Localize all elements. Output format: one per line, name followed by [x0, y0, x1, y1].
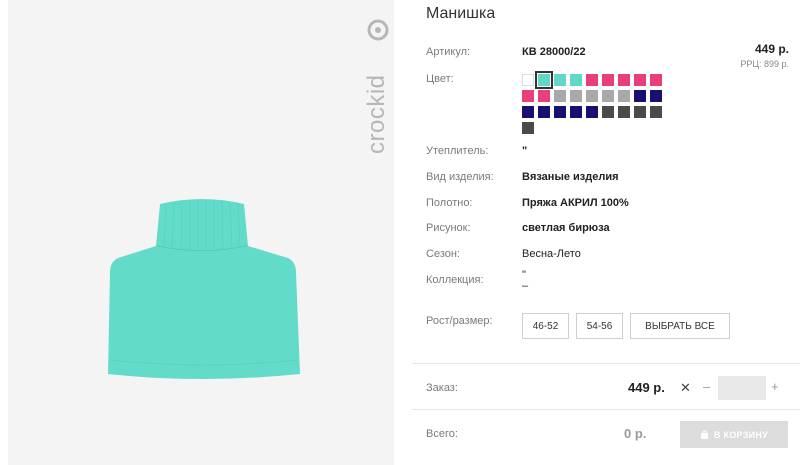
type-label: Вид изделия:: [426, 171, 494, 183]
insulation-value: ": [522, 145, 528, 157]
total-value: 0 р.: [624, 426, 647, 441]
size-label: Рост/размер:: [426, 315, 493, 327]
select-all-sizes-button[interactable]: ВЫБРАТЬ ВСЕ: [630, 313, 730, 339]
color-swatch[interactable]: [554, 90, 566, 102]
fabric-value: Пряжа АКРИЛ 100%: [522, 197, 629, 209]
color-swatch[interactable]: [650, 74, 662, 86]
color-swatch[interactable]: [538, 90, 550, 102]
size-option-46-52[interactable]: 46-52: [522, 313, 569, 339]
color-swatch[interactable]: [570, 74, 582, 86]
divider-top: [412, 363, 800, 364]
color-swatch[interactable]: [586, 106, 598, 118]
color-swatch[interactable]: [586, 74, 598, 86]
color-swatch[interactable]: [554, 74, 566, 86]
color-swatch[interactable]: [618, 74, 630, 86]
product-price: 449 р.: [754, 42, 789, 56]
color-swatches: [522, 71, 670, 134]
add-to-cart-label: В КОРЗИНУ: [713, 429, 769, 440]
pattern-value: светлая бирюза: [522, 222, 610, 234]
brand-logo-text: crockid: [364, 74, 390, 154]
insulation-label: Утеплитель:: [426, 145, 489, 157]
color-swatch[interactable]: [602, 74, 614, 86]
product-photo-dickey: [104, 192, 300, 382]
crockid-logo-svg: crockid: [363, 19, 390, 154]
color-swatch[interactable]: [522, 74, 534, 86]
quantity-input[interactable]: [718, 376, 766, 400]
add-to-cart-button[interactable]: В КОРЗИНУ: [680, 421, 788, 448]
product-title: Манишка: [426, 5, 496, 22]
color-label: Цвет:: [426, 73, 454, 85]
color-swatch[interactable]: [522, 106, 534, 118]
color-swatch[interactable]: [570, 106, 582, 118]
size-option-54-56[interactable]: 54-56: [576, 313, 623, 339]
color-swatch[interactable]: [522, 122, 534, 134]
product-image-panel: crockid: [8, 0, 394, 465]
multiply-icon: ✕: [680, 380, 691, 395]
type-value: Вязаные изделия: [522, 171, 619, 183]
collection-value-2: –: [522, 280, 529, 292]
divider-bottom: [412, 409, 800, 410]
article-value: КВ 28000/22: [522, 46, 586, 58]
fabric-label: Полотно:: [426, 197, 473, 209]
total-label: Всего:: [426, 428, 458, 440]
season-value: Весна-Лето: [522, 248, 581, 260]
color-swatch[interactable]: [650, 90, 662, 102]
color-swatch[interactable]: [535, 71, 553, 89]
color-swatch[interactable]: [586, 90, 598, 102]
color-swatch[interactable]: [634, 74, 646, 86]
color-swatch[interactable]: [618, 90, 630, 102]
color-swatch[interactable]: [618, 106, 630, 118]
color-swatch[interactable]: [650, 106, 662, 118]
product-rrp: РРЦ: 899 р.: [740, 59, 789, 69]
article-label: Артикул:: [426, 46, 471, 58]
color-swatch[interactable]: [570, 90, 582, 102]
order-price: 449 р.: [628, 380, 665, 395]
collection-value-1: ": [522, 269, 526, 281]
color-swatch[interactable]: [522, 90, 534, 102]
order-label: Заказ:: [426, 382, 458, 394]
color-swatch[interactable]: [554, 106, 566, 118]
color-swatch[interactable]: [538, 106, 550, 118]
pattern-label: Рисунок:: [426, 222, 471, 234]
quantity-decrease-button[interactable]: –: [703, 379, 710, 394]
color-swatch[interactable]: [634, 90, 646, 102]
collection-label: Коллекция:: [426, 274, 484, 286]
color-swatch[interactable]: [634, 106, 646, 118]
season-label: Сезон:: [426, 248, 460, 260]
color-swatch[interactable]: [602, 90, 614, 102]
color-swatch[interactable]: [602, 106, 614, 118]
bag-icon: [700, 430, 708, 439]
quantity-increase-button[interactable]: +: [771, 379, 779, 394]
brand-logo: crockid: [363, 18, 392, 158]
